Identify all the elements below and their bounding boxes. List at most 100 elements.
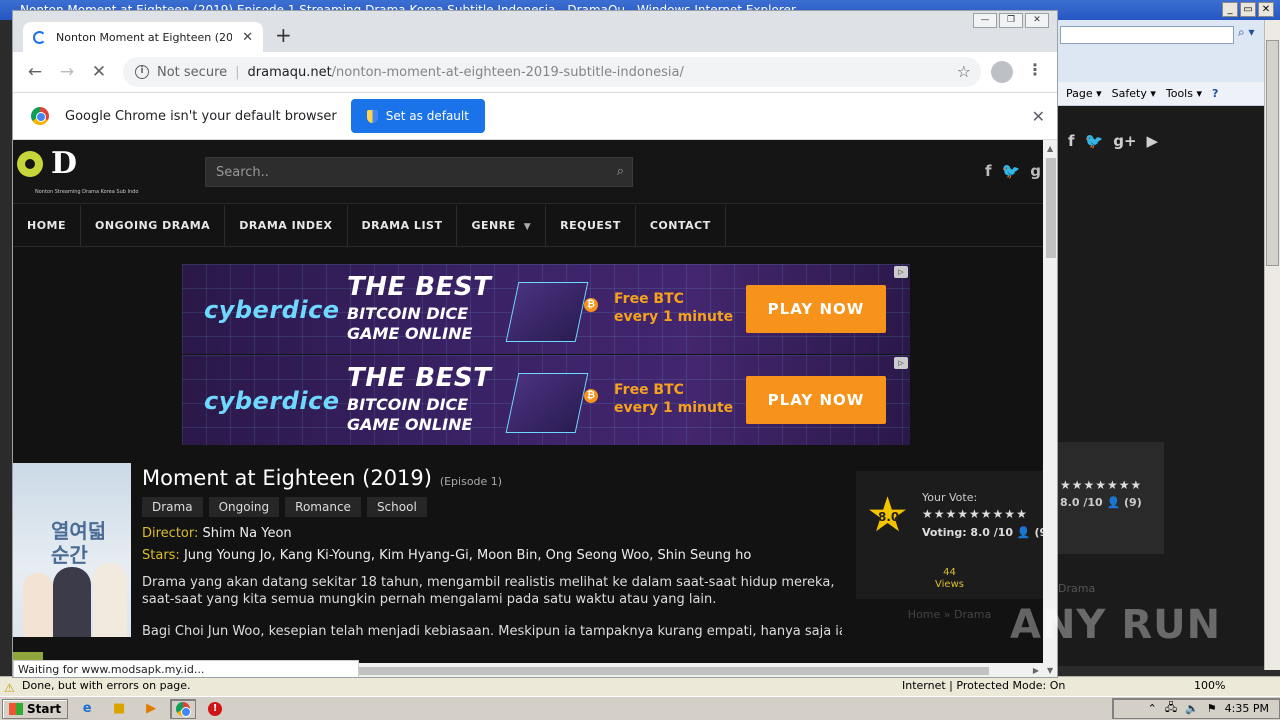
- ad-play-now-button[interactable]: PLAY NOW: [746, 285, 886, 333]
- scroll-right-icon[interactable]: ▶: [1033, 666, 1039, 675]
- vertical-scrollbar[interactable]: ▲ ▼: [1043, 140, 1057, 677]
- set-as-default-label: Set as default: [385, 109, 469, 123]
- system-tray: ⌃ 🖧 🔈 ⚑ 4:35 PM: [1112, 698, 1280, 719]
- ie-cmd-tools[interactable]: Tools ▾: [1166, 87, 1202, 100]
- profile-avatar[interactable]: [991, 61, 1013, 83]
- loading-spinner-icon: [33, 30, 46, 44]
- chrome-close-button[interactable]: ✕: [1025, 13, 1049, 28]
- url-host: dramaqu.net: [247, 64, 332, 80]
- nav-genre[interactable]: GENRE ▼: [457, 205, 547, 247]
- logo-tagline: Nonton Streaming Drama Korea Sub Indo: [35, 189, 139, 195]
- ie-cmd-safety[interactable]: Safety ▾: [1112, 87, 1156, 100]
- ie-zoom-level[interactable]: 100%: [1194, 677, 1225, 695]
- flag-icon[interactable]: ⚑: [1207, 702, 1217, 715]
- nav-contact[interactable]: CONTACT: [636, 205, 726, 247]
- v-scroll-thumb[interactable]: [1046, 158, 1056, 258]
- warning-icon[interactable]: ⚠: [4, 679, 18, 695]
- user-icon: 👤: [1016, 526, 1031, 539]
- chrome-taskbar-icon[interactable]: [170, 698, 197, 719]
- chrome-restore-button[interactable]: ❐: [999, 13, 1023, 28]
- ad-play-now-button[interactable]: PLAY NOW: [746, 376, 886, 424]
- chrome-menu-icon[interactable]: ⋮: [1027, 60, 1043, 79]
- stars-names[interactable]: Jung Young Jo, Kang Ki-Young, Kim Hyang-…: [184, 548, 751, 563]
- ie-search-box[interactable]: [1060, 26, 1234, 44]
- drama-title: Moment at Eighteen (2019): [142, 466, 432, 490]
- nav-ongoing-drama[interactable]: ONGOING DRAMA: [81, 205, 226, 247]
- director-line: Director: Shim Na Yeon: [142, 526, 292, 541]
- adchoices-icon[interactable]: ▷: [894, 266, 908, 278]
- folder-taskbar-icon[interactable]: ■: [106, 699, 132, 719]
- site-logo[interactable]: D Nonton Streaming Drama Korea Sub Indo: [17, 146, 167, 198]
- volume-icon[interactable]: 🔈: [1185, 702, 1199, 715]
- ie-ghost-rating: ★★★★★★★ 8.0 /10 👤 (9) Drama: [1058, 442, 1164, 595]
- page-viewport: D Nonton Streaming Drama Korea Sub Indo …: [13, 140, 1043, 677]
- genre-tag[interactable]: School: [366, 497, 427, 517]
- facebook-icon[interactable]: f: [985, 162, 992, 180]
- ie-taskbar-icon[interactable]: e: [74, 699, 100, 719]
- director-name[interactable]: Shim Na Yeon: [203, 526, 292, 541]
- tab-close-icon[interactable]: ✕: [242, 30, 253, 45]
- ie-help-icon[interactable]: ?: [1212, 87, 1218, 100]
- ie-ghost-voting: 8.0 /10 👤 (9): [1060, 496, 1142, 509]
- h-scroll-thumb[interactable]: [359, 667, 989, 675]
- genre-tag[interactable]: Romance: [285, 497, 361, 517]
- poster-figure: [53, 567, 91, 637]
- bitcoin-icon: ₿: [584, 389, 598, 403]
- ad-banner-1[interactable]: cyberdice THE BEST BITCOIN DICE GAME ONL…: [182, 264, 910, 354]
- twitter-icon[interactable]: 🐦: [1002, 162, 1021, 180]
- tab-title: Nonton Moment at Eighteen (2019) E: [56, 30, 233, 44]
- media-taskbar-icon[interactable]: ▶: [138, 699, 164, 719]
- search-icon[interactable]: ⌕: [617, 164, 624, 179]
- facebook-icon[interactable]: f: [1068, 132, 1075, 150]
- nav-drama-list[interactable]: DRAMA LIST: [348, 205, 458, 247]
- google-plus-icon[interactable]: g: [1030, 162, 1041, 180]
- site-search-input[interactable]: Search.. ⌕: [205, 157, 633, 187]
- ie-ghost-stars: ★★★★★★★: [1060, 478, 1143, 492]
- stop-loading-icon[interactable]: ✕: [83, 62, 115, 82]
- infobar-close-icon[interactable]: ✕: [1032, 107, 1045, 126]
- genre-tags: Drama Ongoing Romance School: [142, 497, 427, 517]
- back-icon[interactable]: ←: [19, 62, 51, 82]
- new-tab-button[interactable]: +: [275, 25, 292, 45]
- film-reel-icon: [17, 151, 43, 177]
- address-bar[interactable]: i Not secure | dramaqu.net/nonton-moment…: [123, 57, 981, 87]
- shield-icon: [366, 109, 378, 123]
- nav-home[interactable]: HOME: [13, 205, 82, 247]
- nav-genre-label: GENRE: [471, 219, 516, 232]
- chrome-minimize-button[interactable]: —: [973, 13, 997, 28]
- network-icon[interactable]: 🖧: [1165, 699, 1177, 718]
- google-plus-icon[interactable]: g+: [1113, 132, 1136, 150]
- youtube-icon[interactable]: ▶: [1147, 132, 1159, 150]
- bookmark-star-icon[interactable]: ☆: [957, 62, 971, 81]
- site-header: D Nonton Streaming Drama Korea Sub Indo …: [13, 140, 1043, 204]
- drama-poster[interactable]: 열여덟 순간: [13, 463, 131, 637]
- start-button[interactable]: Start: [2, 698, 69, 719]
- views-counter: 44 Views: [935, 567, 964, 590]
- set-as-default-button[interactable]: Set as default: [350, 99, 485, 133]
- genre-tag[interactable]: Drama: [142, 497, 203, 517]
- synopsis-paragraph-2: Bagi Choi Jun Woo, kesepian telah menjad…: [142, 624, 842, 639]
- info-icon[interactable]: i: [135, 65, 149, 79]
- ie-minimize-button[interactable]: _: [1222, 2, 1238, 17]
- stop-taskbar-icon[interactable]: !: [202, 699, 228, 719]
- twitter-icon[interactable]: 🐦: [1085, 132, 1104, 150]
- tray-arrow-icon[interactable]: ⌃: [1148, 702, 1157, 715]
- scroll-up-icon[interactable]: ▲: [1047, 144, 1053, 153]
- genre-tag[interactable]: Ongoing: [208, 497, 280, 517]
- scroll-down-icon[interactable]: ▼: [1047, 666, 1053, 675]
- vote-stars[interactable]: ★★★★★★★★★: [922, 507, 1028, 521]
- ie-zone-text: Internet | Protected Mode: On: [902, 679, 1066, 692]
- forward-icon[interactable]: →: [51, 62, 83, 82]
- ie-scrollbar[interactable]: [1264, 20, 1280, 670]
- ie-close-button[interactable]: ✕: [1258, 2, 1274, 17]
- adchoices-icon[interactable]: ▷: [894, 357, 908, 369]
- nav-request[interactable]: REQUEST: [546, 205, 636, 247]
- ie-maximize-button[interactable]: ▭: [1240, 2, 1256, 17]
- browser-tab[interactable]: Nonton Moment at Eighteen (2019) E ✕: [23, 22, 263, 52]
- clock[interactable]: 4:35 PM: [1225, 702, 1269, 715]
- your-vote-label: Your Vote:: [922, 491, 978, 504]
- ad-banner-2[interactable]: cyberdice THE BEST BITCOIN DICE GAME ONL…: [182, 355, 910, 445]
- nav-drama-index[interactable]: DRAMA INDEX: [225, 205, 348, 247]
- ie-scroll-thumb[interactable]: [1266, 40, 1279, 266]
- ie-cmd-page[interactable]: Page ▾: [1066, 87, 1102, 100]
